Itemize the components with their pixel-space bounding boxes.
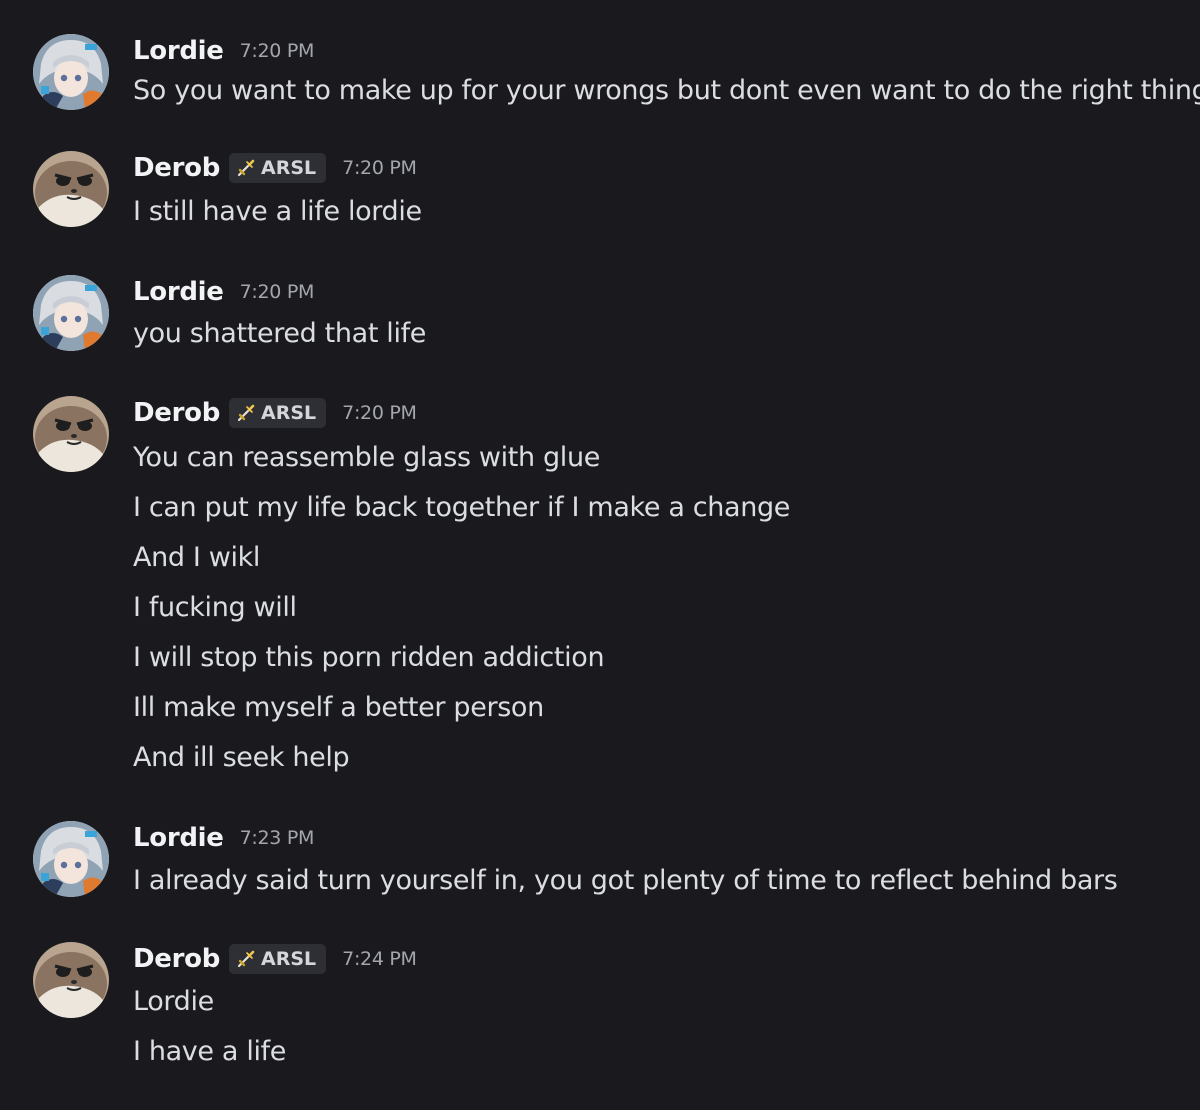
message-text: And I wikl <box>133 542 261 573</box>
timestamp: 7:20 PM <box>239 40 315 62</box>
username[interactable]: Derob <box>133 398 220 428</box>
message-header: Derob ARSL 7:24 PM <box>133 942 417 976</box>
avatar-derob[interactable] <box>33 396 109 472</box>
tag-label: ARSL <box>261 948 317 970</box>
avatar-lordie[interactable] <box>33 34 109 110</box>
username[interactable]: Derob <box>133 153 220 183</box>
message-header: Derob ARSL 7:20 PM <box>133 396 417 430</box>
message-text: So you want to make up for your wrongs b… <box>133 75 1200 106</box>
server-tag[interactable]: ARSL <box>229 153 327 183</box>
sword-icon <box>236 403 256 423</box>
message-text: And ill seek help <box>133 742 350 773</box>
chat-message-list: Lordie 7:20 PM So you want to make up fo… <box>0 0 1200 1110</box>
message-text: You can reassemble glass with glue <box>133 442 600 473</box>
tag-label: ARSL <box>261 402 317 424</box>
message-text: Lordie <box>133 986 214 1017</box>
server-tag[interactable]: ARSL <box>229 944 327 974</box>
username[interactable]: Lordie <box>133 36 224 66</box>
avatar-lordie[interactable] <box>33 821 109 897</box>
timestamp: 7:23 PM <box>239 827 315 849</box>
message-text: I fucking will <box>133 592 297 623</box>
timestamp: 7:20 PM <box>239 281 315 303</box>
message-text: I have a life <box>133 1036 287 1067</box>
timestamp: 7:20 PM <box>342 402 417 424</box>
message-header: Lordie 7:23 PM <box>133 821 314 855</box>
username[interactable]: Derob <box>133 944 220 974</box>
message-text: I still have a life lordie <box>133 196 422 227</box>
sword-icon <box>236 949 256 969</box>
avatar-lordie[interactable] <box>33 275 109 351</box>
avatar-derob[interactable] <box>33 151 109 227</box>
timestamp: 7:20 PM <box>342 157 417 179</box>
message-text: I will stop this porn ridden addiction <box>133 642 605 673</box>
username[interactable]: Lordie <box>133 823 224 853</box>
message-text: you shattered that life <box>133 318 427 349</box>
timestamp: 7:24 PM <box>342 948 417 970</box>
avatar-derob[interactable] <box>33 942 109 1018</box>
tag-label: ARSL <box>261 157 317 179</box>
message-header: Lordie 7:20 PM <box>133 275 314 309</box>
username[interactable]: Lordie <box>133 277 224 307</box>
message-text: I already said turn yourself in, you got… <box>133 865 1118 896</box>
message-text: I can put my life back together if I mak… <box>133 492 791 523</box>
server-tag[interactable]: ARSL <box>229 398 327 428</box>
message-text: Ill make myself a better person <box>133 692 544 723</box>
message-header: Derob ARSL 7:20 PM <box>133 151 417 185</box>
message-header: Lordie 7:20 PM <box>133 34 314 68</box>
sword-icon <box>236 158 256 178</box>
